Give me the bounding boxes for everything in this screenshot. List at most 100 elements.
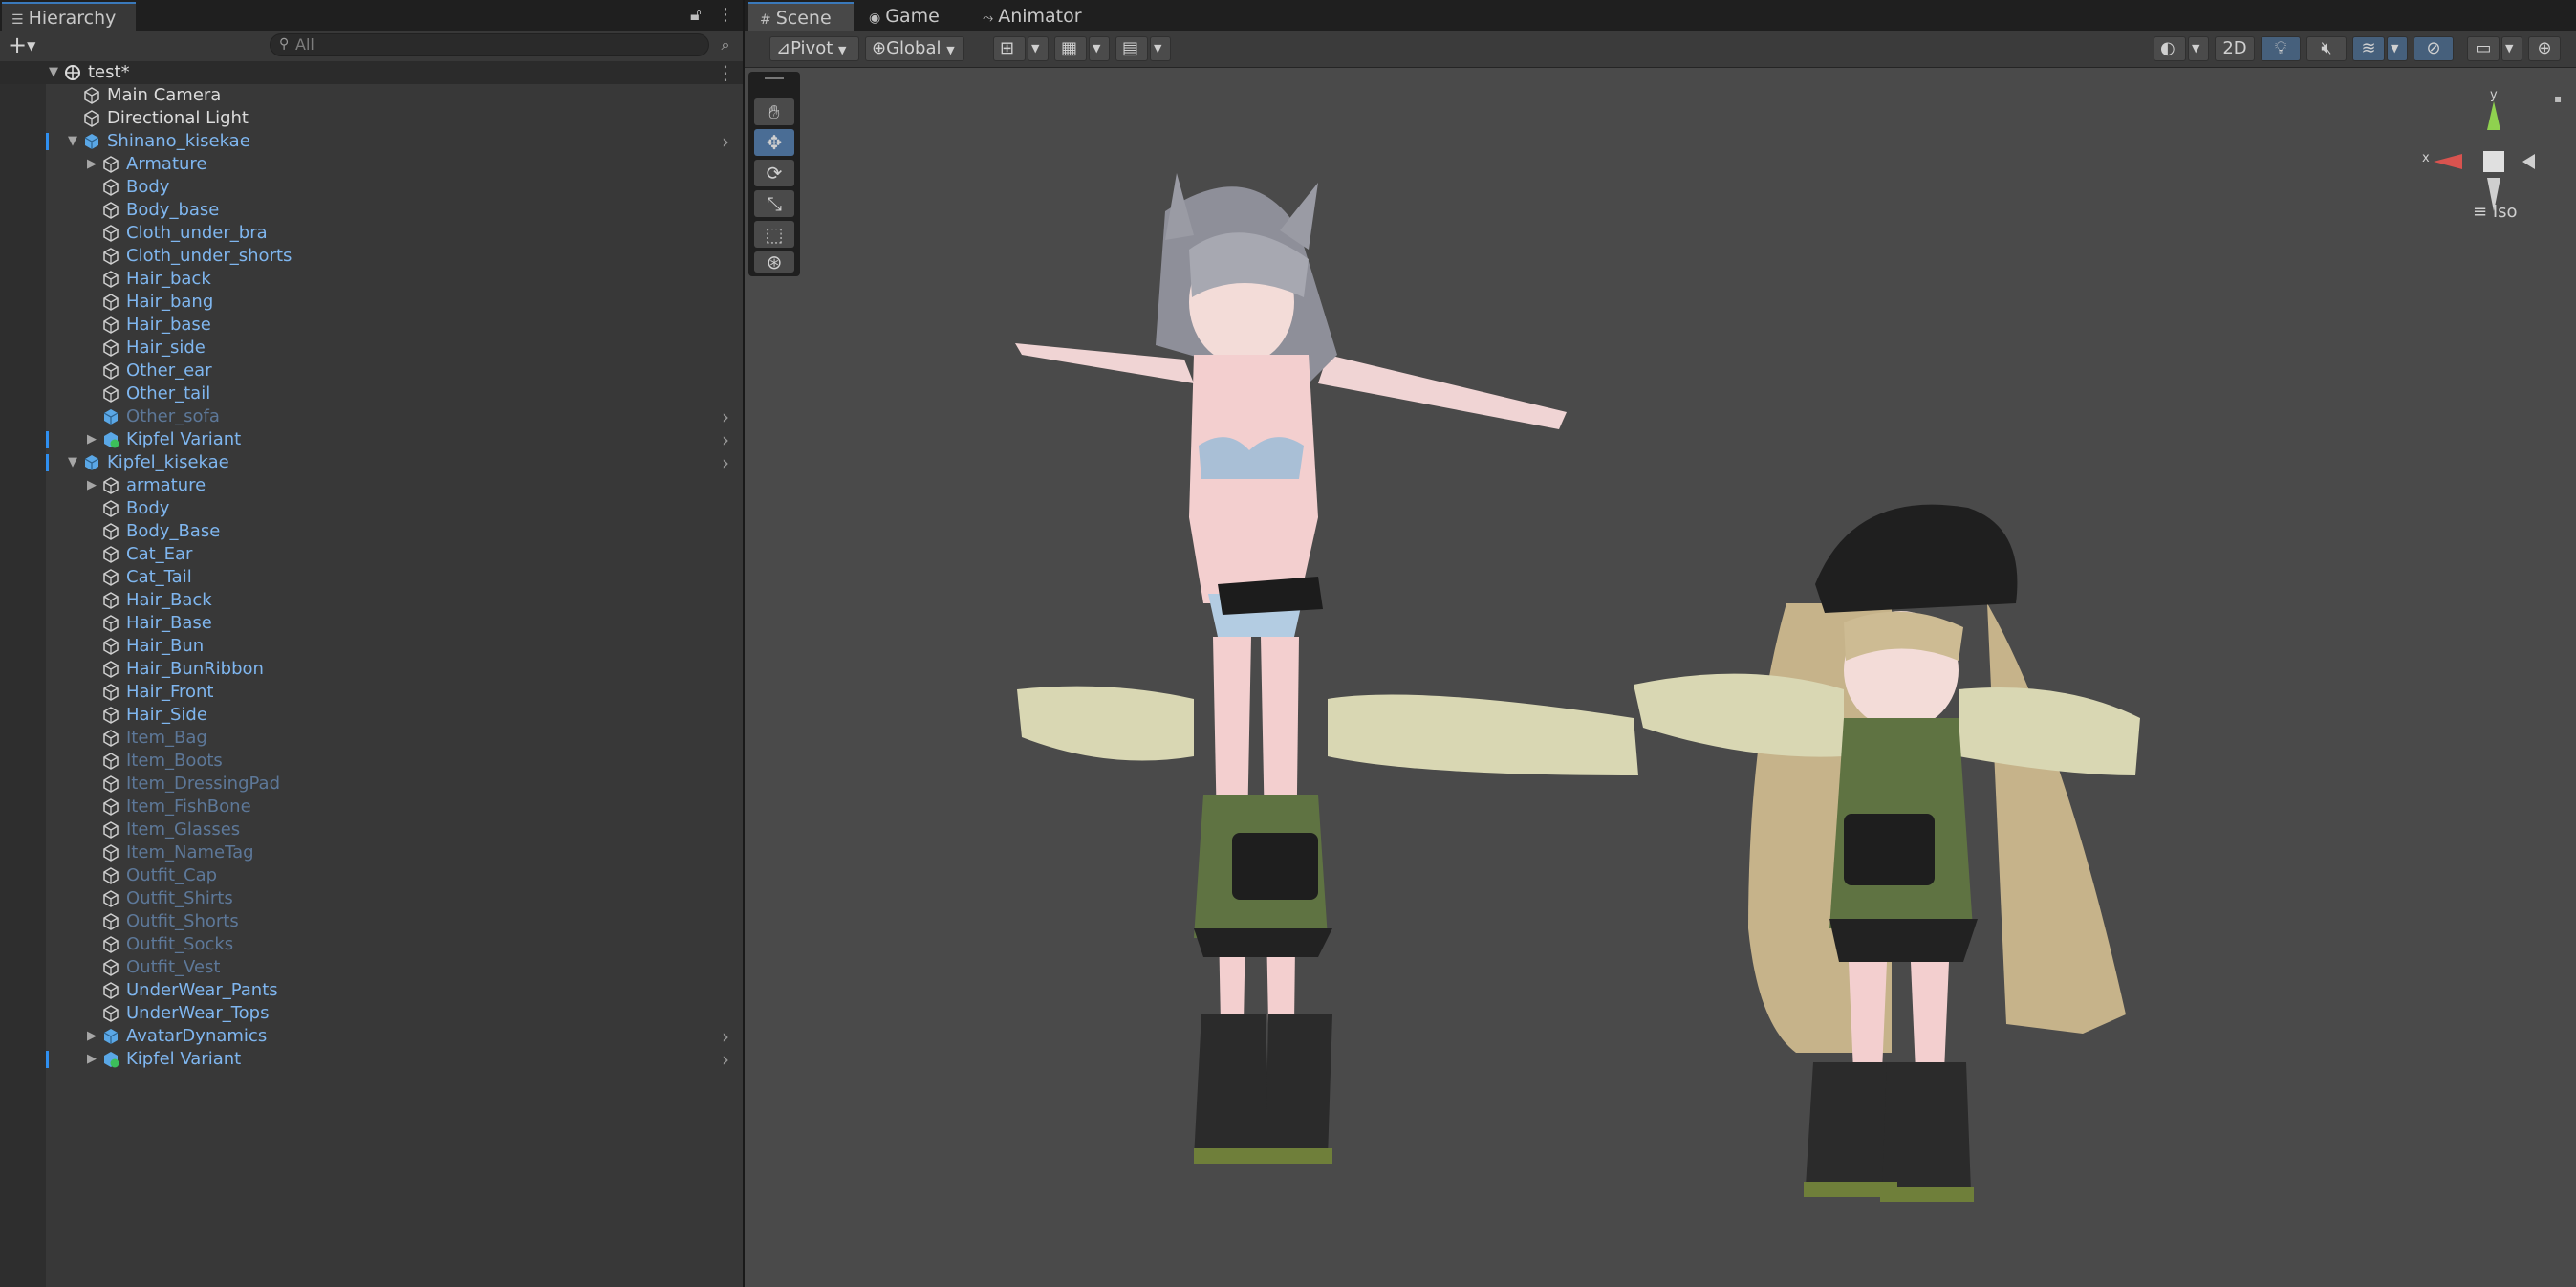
hierarchy-row[interactable]: Hair_Bun [0, 635, 743, 658]
hierarchy-row[interactable]: Hair_back [0, 268, 743, 291]
hierarchy-row[interactable]: Cloth_under_bra [0, 222, 743, 245]
hierarchy-row[interactable]: ▼ Shinano_kisekae › [0, 130, 743, 153]
expand-down-icon[interactable]: ▼ [66, 451, 79, 474]
hierarchy-row[interactable]: Cloth_under_shorts [0, 245, 743, 268]
tab-scene[interactable]: # Scene [748, 2, 854, 31]
effects-dropdown[interactable]: ▼ [2387, 36, 2408, 61]
expand-right-icon[interactable]: ▶ [85, 1048, 98, 1071]
tab-game[interactable]: ◉ Game [857, 2, 967, 31]
expand-right-icon[interactable]: ▶ [85, 153, 98, 176]
hierarchy-row[interactable]: Body_Base [0, 520, 743, 543]
search-input[interactable]: All [270, 33, 709, 56]
hierarchy-row[interactable]: Outfit_Shirts [0, 887, 743, 910]
scene-viewport[interactable]: ✋︎ ✥ ⟳ ⤡ ⬚ ⊛ y x ▪ ≡ Iso [745, 68, 2576, 1287]
snap-grid-dropdown[interactable]: ▼ [1028, 36, 1049, 61]
tab-hierarchy[interactable]: ☰ Hierarchy [2, 2, 136, 31]
gizmo-y-axis-cone[interactable] [2487, 101, 2500, 130]
lock-icon[interactable]: 🔓︎ [690, 2, 702, 29]
gizmo-neg-x-cone[interactable] [2522, 154, 2535, 169]
rect-tool-button[interactable]: ⬚ [754, 221, 794, 248]
hierarchy-row[interactable]: Hair_base [0, 314, 743, 337]
hierarchy-row[interactable]: Other_ear [0, 360, 743, 382]
draw-mode-dropdown[interactable]: ▼ [2188, 36, 2209, 61]
rotate-tool-button[interactable]: ⟳ [754, 160, 794, 186]
expand-right-icon[interactable]: ▶ [85, 1025, 98, 1048]
lighting-toggle-button[interactable]: 💡︎ [2261, 36, 2301, 61]
expand-right-icon[interactable]: ▶ [85, 474, 98, 497]
hierarchy-row[interactable]: Other_sofa › [0, 405, 743, 428]
pivot-dropdown[interactable]: ⊿Pivot ▼ [769, 36, 859, 61]
open-prefab-chevron-icon[interactable]: › [715, 130, 736, 153]
effects-toggle-button[interactable]: ≋ [2352, 36, 2385, 61]
gizmo-lock-icon[interactable]: ▪ [2554, 92, 2562, 105]
hierarchy-row[interactable]: Hair_Side [0, 704, 743, 727]
hierarchy-row[interactable]: Item_Boots [0, 750, 743, 773]
transform-tool-button[interactable]: ⊛ [754, 251, 794, 273]
hierarchy-row[interactable]: Item_DressingPad [0, 773, 743, 796]
hierarchy-row[interactable]: UnderWear_Tops [0, 1002, 743, 1025]
hierarchy-row[interactable]: Outfit_Socks [0, 933, 743, 956]
hierarchy-row[interactable]: Cat_Tail [0, 566, 743, 589]
hierarchy-row[interactable]: UnderWear_Pants [0, 979, 743, 1002]
view-tool-button[interactable]: ✋︎ [754, 98, 794, 125]
hierarchy-row[interactable]: Hair_Front [0, 681, 743, 704]
increment-snap-button[interactable]: ▦ [1054, 36, 1087, 61]
hierarchy-row[interactable]: ▶ AvatarDynamics › [0, 1025, 743, 1048]
move-tool-button[interactable]: ✥ [754, 129, 794, 156]
toggle-2d-button[interactable]: 2D [2215, 36, 2255, 61]
hierarchy-row[interactable]: Item_FishBone [0, 796, 743, 818]
hierarchy-row[interactable]: Hair_Base [0, 612, 743, 635]
gizmo-center-cube[interactable] [2483, 151, 2504, 172]
hierarchy-row[interactable]: Main Camera [0, 84, 743, 107]
hierarchy-row[interactable]: Outfit_Vest [0, 956, 743, 979]
hierarchy-row[interactable]: Item_Bag [0, 727, 743, 750]
hierarchy-row[interactable]: Other_tail [0, 382, 743, 405]
hierarchy-row[interactable]: Outfit_Cap [0, 864, 743, 887]
hierarchy-row[interactable]: Hair_Back [0, 589, 743, 612]
hierarchy-row[interactable]: Item_NameTag [0, 841, 743, 864]
add-object-button[interactable]: +▼ [8, 33, 42, 59]
hierarchy-row[interactable]: Hair_side [0, 337, 743, 360]
hierarchy-row[interactable]: Item_Glasses [0, 818, 743, 841]
expand-right-icon[interactable]: ▶ [85, 428, 98, 451]
hierarchy-row[interactable]: ▶ Armature [0, 153, 743, 176]
hierarchy-row[interactable]: Cat_Ear [0, 543, 743, 566]
hierarchy-row[interactable]: Outfit_Shorts [0, 910, 743, 933]
hierarchy-row[interactable]: Body [0, 497, 743, 520]
open-prefab-chevron-icon[interactable]: › [715, 1025, 736, 1048]
open-prefab-chevron-icon[interactable]: › [715, 1048, 736, 1071]
hierarchy-row[interactable]: Body_base [0, 199, 743, 222]
search-by-type-button[interactable]: ⌕ [715, 34, 736, 55]
audio-toggle-button[interactable]: 🔇︎ [2306, 36, 2347, 61]
open-prefab-chevron-icon[interactable]: › [715, 405, 736, 428]
grid-visibility-button[interactable]: ▤ [1115, 36, 1148, 61]
open-prefab-chevron-icon[interactable]: › [715, 428, 736, 451]
snap-grid-button[interactable]: ⊞ [993, 36, 1026, 61]
gizmos-button[interactable]: ⊕ [2528, 36, 2561, 61]
hierarchy-row[interactable]: Hair_bang [0, 291, 743, 314]
expand-down-icon[interactable]: ▼ [66, 130, 79, 153]
scene-menu-icon[interactable]: ⋮ [715, 61, 736, 84]
draw-mode-button[interactable]: ◐ [2154, 36, 2186, 61]
global-dropdown[interactable]: ⊕Global ▼ [865, 36, 964, 61]
hierarchy-row[interactable]: ▶ Kipfel Variant › [0, 428, 743, 451]
camera-settings-button[interactable]: ▭ [2467, 36, 2500, 61]
projection-toggle[interactable]: ≡ Iso [2473, 202, 2518, 222]
scale-tool-button[interactable]: ⤡ [754, 190, 794, 217]
hierarchy-row[interactable]: Body [0, 176, 743, 199]
grid-visibility-dropdown[interactable]: ▼ [1150, 36, 1171, 61]
gizmo-x-axis-cone[interactable] [2434, 154, 2462, 169]
tab-animator[interactable]: ⤳ Animator [971, 2, 1115, 31]
expand-down-icon[interactable]: ▼ [47, 61, 60, 84]
hidden-objects-toggle-button[interactable]: ⊘ [2414, 36, 2454, 61]
hierarchy-row[interactable]: ▶ Kipfel Variant › [0, 1048, 743, 1071]
hierarchy-row[interactable]: ▶ armature [0, 474, 743, 497]
camera-settings-dropdown[interactable]: ▼ [2501, 36, 2522, 61]
open-prefab-chevron-icon[interactable]: › [715, 451, 736, 474]
scene-row[interactable]: ▼ test* ⋮ [0, 61, 743, 84]
increment-snap-dropdown[interactable]: ▼ [1089, 36, 1110, 61]
hierarchy-row[interactable]: Directional Light [0, 107, 743, 130]
drag-handle[interactable] [765, 77, 784, 79]
hierarchy-row[interactable]: Hair_BunRibbon [0, 658, 743, 681]
hierarchy-row[interactable]: ▼ Kipfel_kisekae › [0, 451, 743, 474]
